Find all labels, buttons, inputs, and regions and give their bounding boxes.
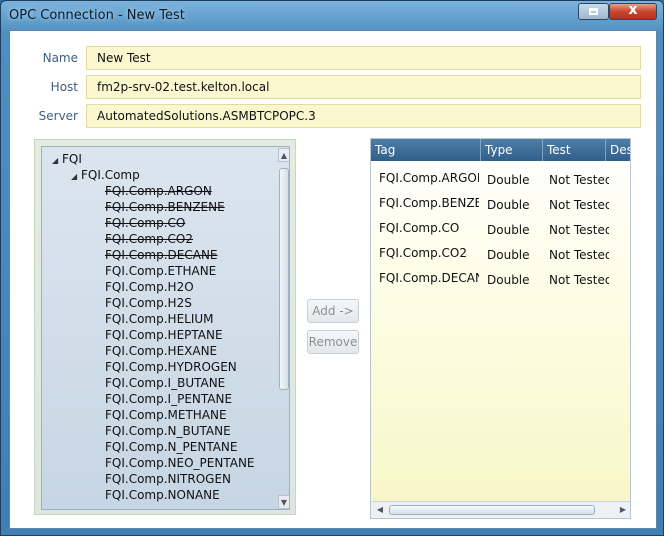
remove-button[interactable]: Remove (307, 330, 359, 354)
grid-cell-type: Double (487, 248, 530, 262)
tree-leaf-item[interactable]: FQI.Comp.I_PENTANE (105, 391, 232, 407)
tag-tree[interactable]: ◢ FQI ◢ FQI.Comp FQI.Comp.ARGON FQI.Comp.BE… (41, 146, 290, 510)
server-label: Server (38, 109, 78, 123)
host-label: Host (50, 80, 78, 94)
tree-leaf-item[interactable]: FQI.Comp.NITROGEN (105, 471, 231, 487)
grid-cell-type: Double (487, 273, 530, 287)
tree-leaf-item[interactable]: FQI.Comp.HEPTANE (105, 327, 223, 343)
opc-connection-window: OPC Connection - New Test x Name New Tes… (0, 0, 664, 536)
tree-leaf-item[interactable]: FQI.Comp.METHANE (105, 407, 227, 423)
tree-node-label: FQI (62, 152, 82, 166)
grid-header: Tag Type Test Des (371, 139, 630, 161)
column-header-tag[interactable]: Tag (371, 139, 481, 161)
restore-icon (589, 8, 598, 15)
grid-cell-type: Double (487, 198, 530, 212)
grid-cell-test: Not Tested (549, 248, 609, 262)
tree-leaf-item[interactable]: FQI.Comp.I_BUTANE (105, 375, 225, 391)
restore-button[interactable] (578, 3, 609, 20)
tree-node-root[interactable]: ◢ FQI (52, 151, 82, 167)
tree-leaf-item[interactable]: FQI.Comp.DECANE (105, 247, 218, 263)
host-field[interactable]: fm2p-srv-02.test.kelton.local (86, 75, 641, 99)
close-icon: x (628, 2, 638, 18)
scrollbar-thumb[interactable] (279, 168, 289, 390)
table-row[interactable]: FQI.Comp.BENZENE Double Not Tested (371, 192, 630, 217)
grid-cell-tag: FQI.Comp.BENZENE (379, 196, 479, 210)
scroll-right-arrow-icon[interactable]: ▶ (617, 504, 629, 516)
grid-cell-type: Double (487, 223, 530, 237)
title-bar[interactable]: OPC Connection - New Test x (1, 1, 663, 31)
expanded-triangle-icon[interactable]: ◢ (71, 169, 81, 185)
tree-leaf-item[interactable]: FQI.Comp.HELIUM (105, 311, 214, 327)
tree-leaf-item[interactable]: FQI.Comp.ARGON (105, 183, 212, 199)
tree-leaf-item[interactable]: FQI.Comp.HYDROGEN (105, 359, 237, 375)
grid-cell-tag: FQI.Comp.ARGON (379, 171, 479, 185)
grid-cell-test: Not Tested (549, 173, 609, 187)
window-title: OPC Connection - New Test (9, 8, 185, 23)
grid-cell-type: Double (487, 173, 530, 187)
scroll-down-arrow-icon[interactable]: ▼ (278, 495, 289, 509)
column-header-description[interactable]: Des (606, 139, 630, 161)
dialog-content: Name New Test Host fm2p-srv-02.test.kelt… (9, 30, 657, 529)
grid-cell-tag: FQI.Comp.DECANE (379, 271, 479, 285)
column-header-type[interactable]: Type (481, 139, 543, 161)
expanded-triangle-icon[interactable]: ◢ (52, 153, 62, 169)
server-field[interactable]: AutomatedSolutions.ASMBTCPOPC.3 (86, 104, 641, 128)
grid-cell-tag: FQI.Comp.CO2 (379, 246, 468, 260)
tag-browser-panel: ◢ FQI ◢ FQI.Comp FQI.Comp.ARGON FQI.Comp.BE… (34, 139, 296, 515)
table-row[interactable]: FQI.Comp.CO2 Double Not Tested (371, 242, 630, 267)
tree-leaf-item[interactable]: FQI.Comp.H2S (105, 295, 192, 311)
add-button[interactable]: Add -> (307, 299, 359, 323)
column-header-test[interactable]: Test (543, 139, 606, 161)
selected-tags-grid[interactable]: Tag Type Test Des FQI.Comp.ARGON Double No… (370, 138, 631, 519)
tree-leaf-item[interactable]: FQI.Comp.CO (105, 215, 185, 231)
grid-cell-tag: FQI.Comp.CO (379, 221, 460, 235)
scroll-left-arrow-icon[interactable]: ◀ (374, 504, 386, 516)
tree-leaf-item[interactable]: FQI.Comp.NEO_PENTANE (105, 455, 255, 471)
tree-leaf-item[interactable]: FQI.Comp.ETHANE (105, 263, 216, 279)
tree-node-group[interactable]: ◢ FQI.Comp (71, 167, 140, 183)
name-field[interactable]: New Test (86, 46, 641, 70)
tree-vertical-scrollbar[interactable]: ▲ ▼ (278, 148, 289, 509)
tree-leaf-item[interactable]: FQI.Comp.BENZENE (105, 199, 225, 215)
scrollbar-thumb[interactable] (389, 505, 595, 515)
grid-horizontal-scrollbar[interactable]: ◀ ▶ (372, 501, 630, 518)
table-row[interactable]: FQI.Comp.DECANE Double Not Tested (371, 267, 630, 292)
tree-leaf-item[interactable]: FQI.Comp.NONANE (105, 487, 220, 503)
tree-leaf-item[interactable]: FQI.Comp.H2O (105, 279, 194, 295)
tree-leaf-item[interactable]: FQI.Comp.N_BUTANE (105, 423, 231, 439)
tree-leaf-item[interactable]: FQI.Comp.N_PENTANE (105, 439, 237, 455)
grid-cell-test: Not Tested (549, 223, 609, 237)
name-label: Name (42, 51, 78, 65)
table-row[interactable]: FQI.Comp.CO Double Not Tested (371, 217, 630, 242)
grid-cell-test: Not Tested (549, 273, 609, 287)
scroll-up-arrow-icon[interactable]: ▲ (278, 148, 289, 162)
tree-leaf-item[interactable]: FQI.Comp.CO2 (105, 231, 193, 247)
table-row[interactable]: FQI.Comp.ARGON Double Not Tested (371, 167, 630, 192)
tree-leaf-item[interactable]: FQI.Comp.HEXANE (105, 343, 217, 359)
tree-node-label: FQI.Comp (81, 168, 140, 182)
grid-cell-test: Not Tested (549, 198, 609, 212)
close-button[interactable]: x (609, 2, 657, 20)
